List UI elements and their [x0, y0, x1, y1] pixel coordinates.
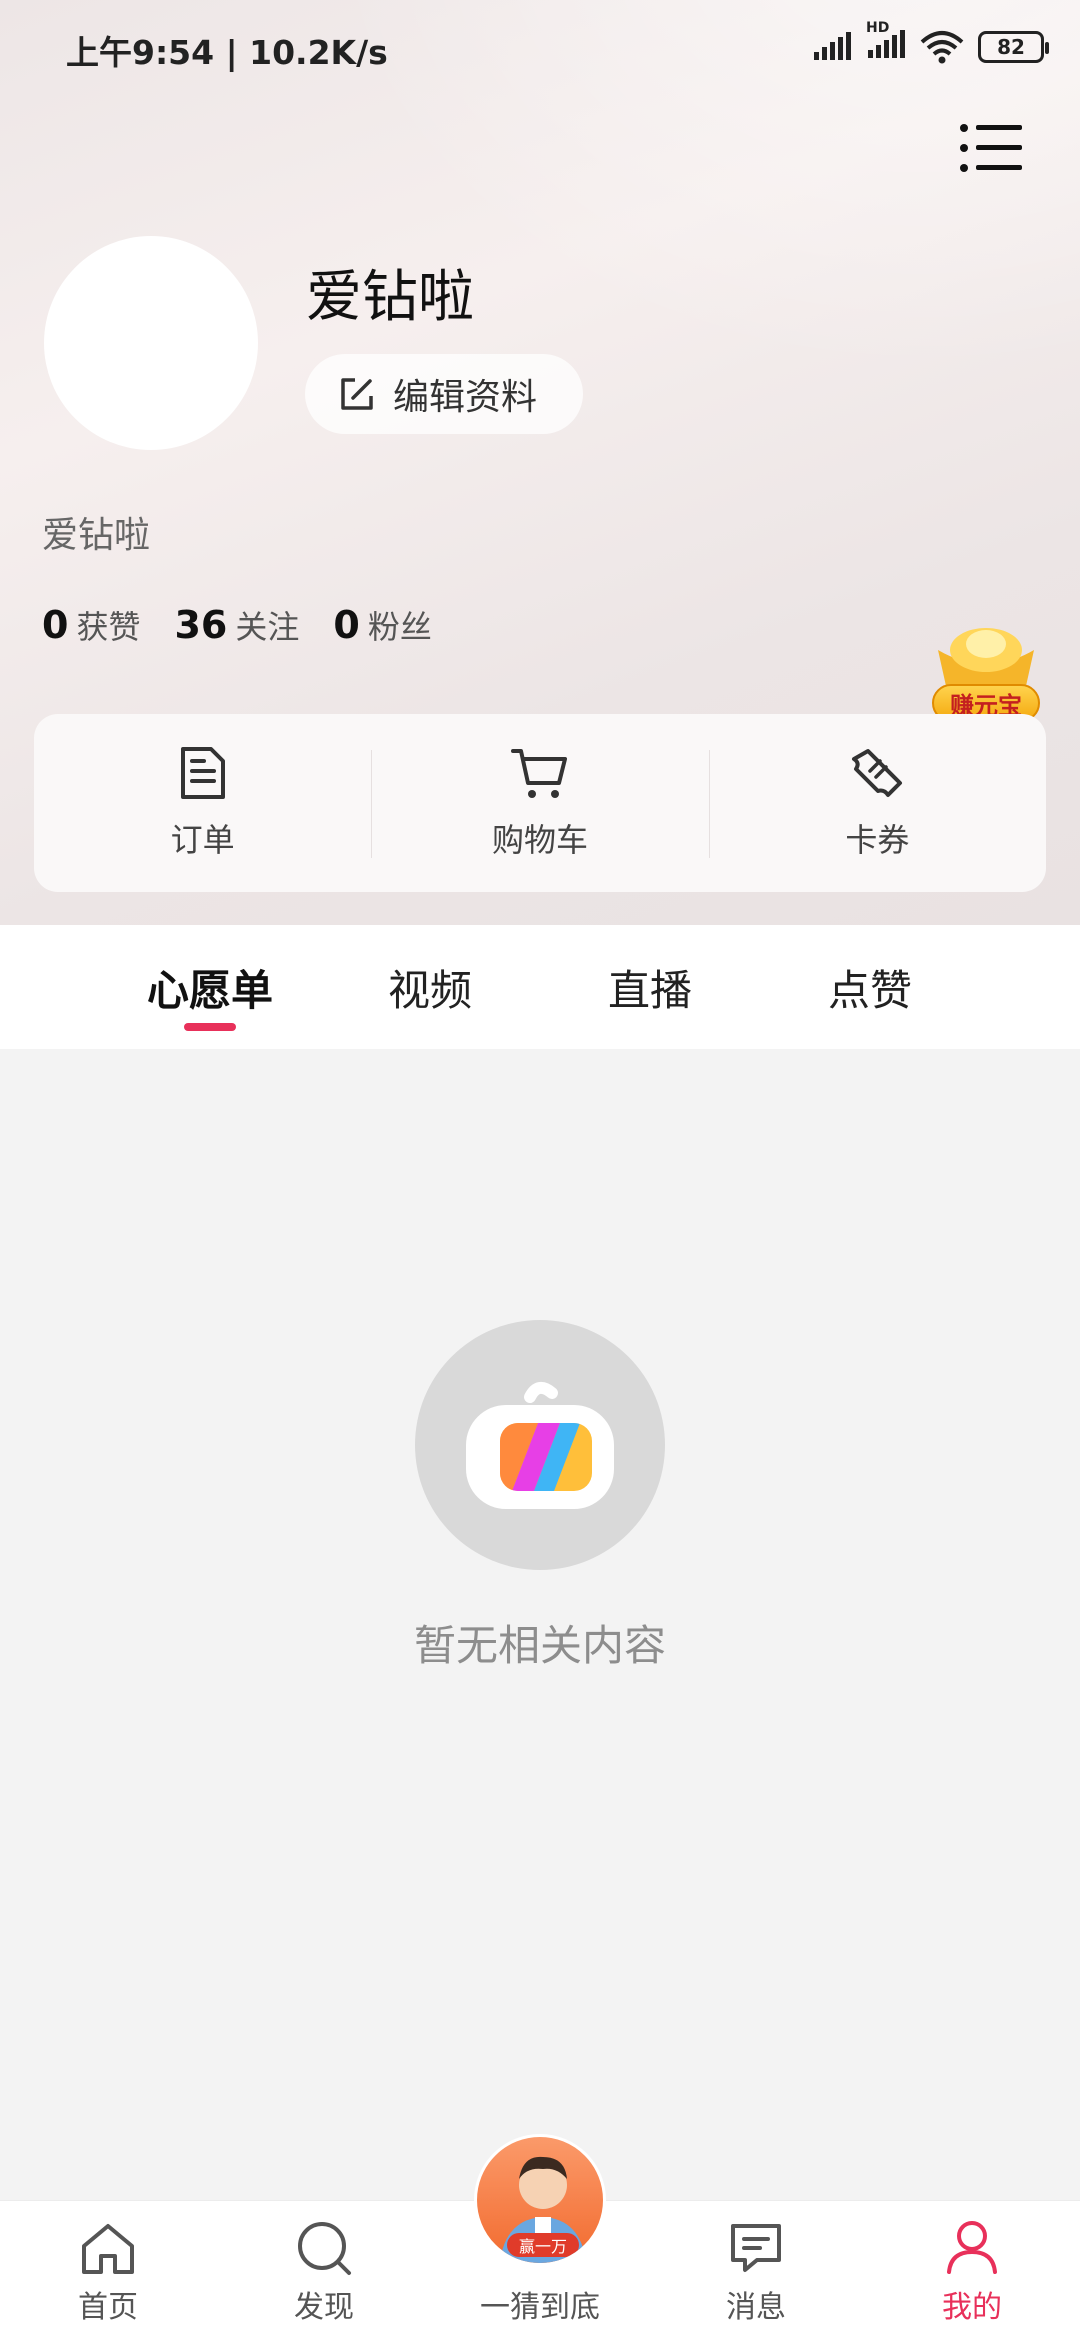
empty-tv-icon	[415, 1320, 665, 1570]
stat-likes[interactable]: 0 获赞	[42, 602, 140, 648]
tab-likes[interactable]: 点赞	[790, 925, 950, 1049]
tab-likes-label: 点赞	[827, 965, 912, 1015]
status-icons: HD 82	[812, 20, 1049, 68]
stat-following[interactable]: 36 关注	[174, 602, 299, 648]
center-badge: 赢一万	[507, 2233, 579, 2257]
shortcut-coupon-label: 卡券	[845, 821, 910, 859]
battery-icon: 82	[978, 31, 1049, 63]
stat-following-label: 关注	[235, 608, 300, 646]
shortcut-cart-label: 购物车	[491, 821, 588, 859]
discover-icon	[298, 2222, 351, 2275]
stat-following-value: 36	[174, 603, 228, 647]
status-time: 上午9:54 | 10.2K/s	[66, 33, 388, 72]
nav-messages[interactable]: 消息	[648, 2201, 864, 2340]
tab-videos[interactable]: 视频	[350, 925, 510, 1049]
bio-text: 爱钻啦	[42, 515, 151, 556]
shortcut-cart[interactable]: 购物车	[371, 714, 708, 892]
menu-button[interactable]	[958, 118, 1024, 178]
stat-fans[interactable]: 0 粉丝	[333, 602, 431, 648]
edit-profile-button[interactable]: 编辑资料	[305, 354, 583, 434]
tab-wishlist-label: 心愿单	[146, 965, 273, 1015]
nav-home[interactable]: 首页	[0, 2201, 216, 2340]
earn-ingot-button[interactable]: 赚元宝	[932, 620, 1040, 724]
shortcut-order-label: 订单	[170, 821, 235, 859]
edit-icon	[341, 378, 373, 410]
guess-promo-avatar[interactable]: 赢一万	[474, 2134, 606, 2266]
nav-discover-label: 发现	[294, 2290, 354, 2325]
shortcut-order[interactable]: 订单	[34, 714, 371, 892]
stat-fans-label: 粉丝	[367, 608, 432, 646]
edit-profile-label: 编辑资料	[393, 377, 538, 418]
nav-messages-label: 消息	[726, 2290, 786, 2325]
nav-guess-label: 一猜到底	[480, 2290, 600, 2325]
message-icon	[731, 2224, 781, 2272]
menu-list-icon	[960, 124, 1022, 172]
shortcut-coupon[interactable]: 卡券	[708, 714, 1046, 892]
stats-row: 0 获赞 36 关注 0 粉丝	[42, 602, 432, 648]
empty-state-text: 暂无相关内容	[413, 1621, 666, 1670]
status-bar: 上午9:54 | 10.2K/s HD 82	[0, 0, 1080, 95]
tab-live-label: 直播	[607, 965, 692, 1015]
nav-discover[interactable]: 发现	[216, 2201, 432, 2340]
wifi-icon	[920, 31, 964, 64]
stat-likes-label: 获赞	[76, 608, 141, 646]
content-tabs: 心愿单 视频 直播 点赞	[0, 925, 1080, 1049]
shortcut-card: 订单 购物车 卡券	[34, 714, 1046, 892]
network-label: HD	[866, 20, 890, 36]
tab-wishlist[interactable]: 心愿单	[130, 925, 290, 1049]
home-icon	[82, 2224, 134, 2274]
stat-fans-value: 0	[333, 603, 360, 647]
tab-active-indicator	[184, 1023, 236, 1031]
nav-profile[interactable]: 我的	[864, 2201, 1080, 2340]
nav-home-label: 首页	[78, 2290, 138, 2325]
battery-level: 82	[997, 35, 1025, 59]
tab-videos-label: 视频	[387, 965, 472, 1015]
signal-hd-icon: HD	[866, 20, 906, 64]
empty-state: 暂无相关内容	[0, 1320, 1080, 1673]
tab-live[interactable]: 直播	[570, 925, 730, 1049]
coupon-icon	[852, 749, 903, 797]
order-icon	[180, 747, 225, 799]
signal-icon	[814, 32, 851, 60]
cart-icon	[510, 749, 567, 798]
nav-profile-label: 我的	[942, 2290, 1002, 2325]
username: 爱钻啦	[306, 265, 474, 330]
stat-likes-value: 0	[42, 603, 69, 647]
avatar[interactable]	[44, 236, 258, 450]
profile-icon	[947, 2221, 997, 2274]
